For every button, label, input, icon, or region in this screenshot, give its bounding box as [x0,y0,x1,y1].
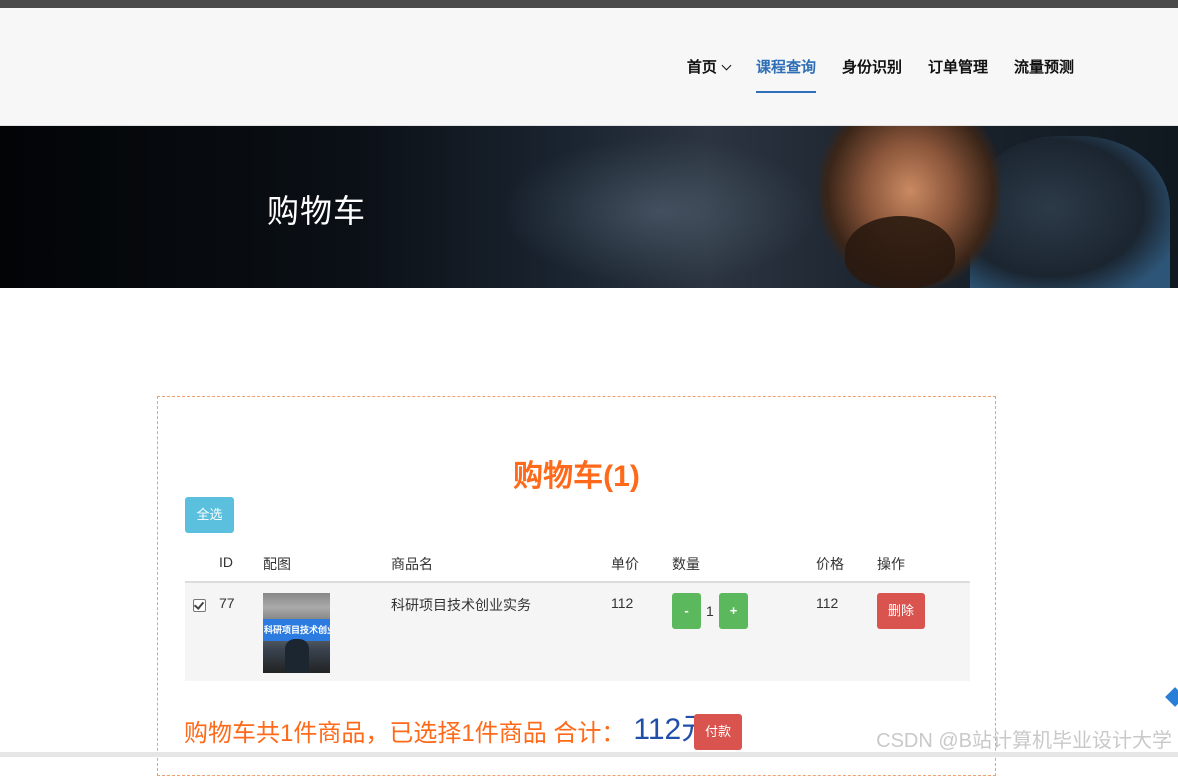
thumbnail-title-text: 科研项目技术创业实务 [264,625,330,635]
column-header-name: 商品名 [391,556,433,572]
product-name[interactable]: 科研项目技术创业实务 [391,595,531,615]
checkmark-icon [193,599,205,610]
unit-price: 112 [611,595,634,611]
page-banner: 购物车 [0,126,1178,288]
column-header-id: ID [219,554,233,570]
nav-item-order-management[interactable]: 订单管理 [928,56,988,77]
chevron-down-icon [721,60,732,71]
item-checkbox[interactable] [193,599,206,612]
banner-person-back [970,136,1170,288]
bottom-scrollbar-track [0,752,1178,757]
banner-title: 购物车 [267,193,367,229]
banner-person-beard [845,216,955,288]
table-header: ID 配图 商品名 单价 数量 价格 操作 [185,545,970,583]
cart-title: 购物车(1) [513,460,640,493]
pay-button[interactable]: 付款 [694,714,742,750]
column-header-actions: 操作 [877,556,905,572]
increase-quantity-button[interactable]: + [719,593,748,629]
summary-text: 购物车共1件商品，已选择1件商品 合计： [184,720,626,747]
delete-button[interactable]: 删除 [877,593,925,629]
watermark: CSDN @B站计算机毕业设计大学 [876,730,1172,752]
quantity-value: 1 [706,603,714,619]
top-dark-strip [0,0,1178,8]
scroll-top-icon[interactable] [1165,687,1178,707]
table-row: 77 科研项目技术创业实务 科研项目技术创业实务 112 - 1 + 112 删… [185,583,970,681]
main-nav: 首页 课程查询 身份识别 订单管理 流量预测 [661,56,1074,93]
item-price: 112 [816,595,839,611]
thumbnail-figure [285,639,309,673]
cart-table: ID 配图 商品名 单价 数量 价格 操作 77 科研项目技术创业实务 科研项目… [185,545,970,681]
banner-background-glow [500,136,820,286]
column-header-unit-price: 单价 [611,556,639,572]
column-header-price: 价格 [816,556,844,572]
nav-item-home[interactable]: 首页 [686,56,732,77]
nav-item-course-query[interactable]: 课程查询 [755,56,816,93]
cart-summary: 购物车共1件商品，已选择1件商品 合计： 112元 [184,706,711,750]
nav-item-traffic-prediction[interactable]: 流量预测 [1014,56,1074,77]
site-header: 首页 课程查询 身份识别 订单管理 流量预测 [0,8,1178,126]
item-id: 77 [219,595,235,611]
product-thumbnail: 科研项目技术创业实务 [263,593,330,673]
nav-item-identity-recognition[interactable]: 身份识别 [842,56,902,77]
select-all-button[interactable]: 全选 [185,497,234,533]
column-header-quantity: 数量 [672,556,700,572]
nav-item-home-label: 首页 [686,59,717,76]
decrease-quantity-button[interactable]: - [672,593,701,629]
column-header-image: 配图 [263,556,291,572]
